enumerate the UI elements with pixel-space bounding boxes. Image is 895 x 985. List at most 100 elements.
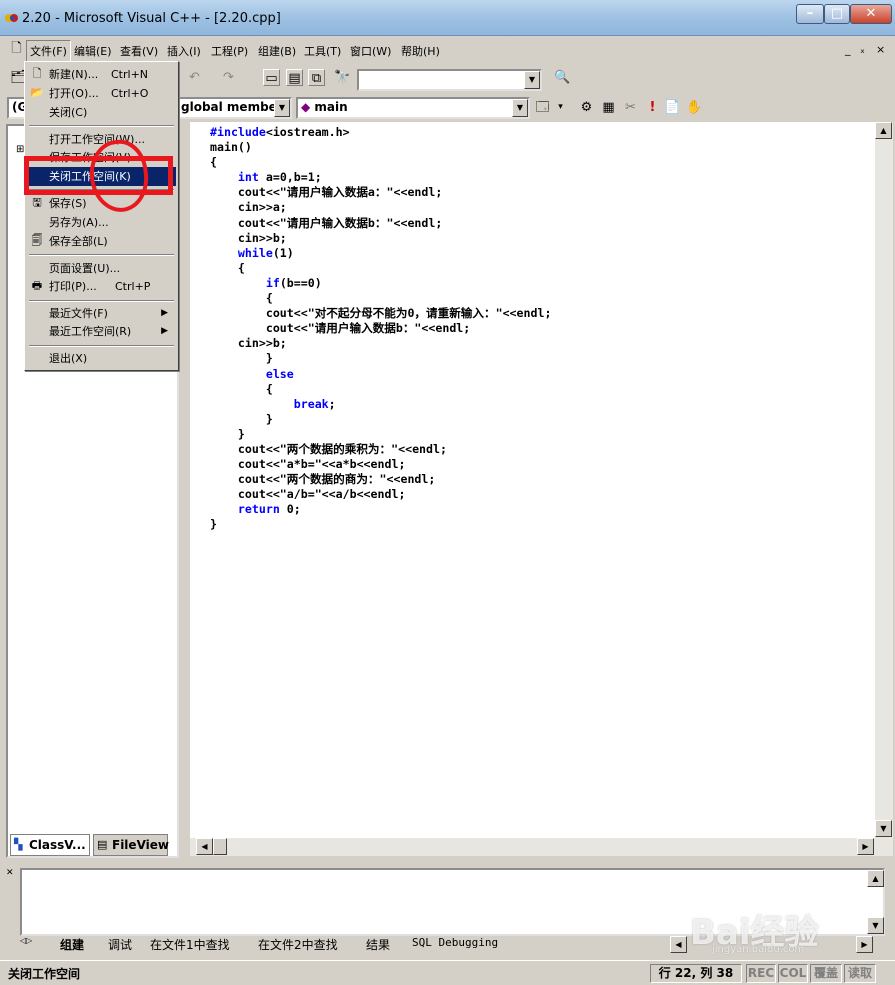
save-all-icon: 🗐 [31,234,43,247]
tab-classview[interactable]: ▚ ClassV... [10,834,90,856]
tab-build[interactable]: 组建 [60,936,84,953]
menu-item-label: 退出(X) [49,352,88,365]
menu-file[interactable]: 文件(F) [26,40,71,62]
title-bar[interactable]: 2.20 - Microsoft Visual C++ - [2.20.cpp]… [0,0,895,36]
menu-item-label: 打开(O)... [49,87,99,100]
find-combo-dropdown[interactable]: ▼ [524,71,540,89]
mdi-minimize-button[interactable]: _ [845,43,851,56]
tab-find1[interactable]: 在文件1中查找 [150,936,230,953]
menu-item-exit[interactable]: 退出(X) [27,349,176,368]
code-line: cout<<"两个数据的乘积为："<<endl; [210,441,447,456]
source-code[interactable]: #include<iostream.h> main(){ int a=0,b=1;… [210,125,551,533]
menu-item-label: 关闭(C) [49,106,88,119]
menu-project[interactable]: 工程(P) [211,43,248,59]
tab-find2[interactable]: 在文件2中查找 [258,936,338,953]
mdi-restore-button[interactable]: ₓ [860,43,865,56]
status-ovr: 覆盖 [810,964,842,983]
wizard-action-icon[interactable]: 🗔 [534,99,551,116]
members-combo[interactable]: global members ▼ [176,97,292,119]
tab-fileview[interactable]: ▤ FileView [93,834,169,856]
menu-view[interactable]: 查看(V) [120,43,158,59]
members-dropdown-icon[interactable]: ▼ [274,99,290,117]
undo-icon[interactable]: ↶ [186,69,203,86]
menu-tools[interactable]: 工具(T) [304,43,341,59]
output-tabs: ◁▷ 组建 调试 在文件1中查找 在文件2中查找 结果 SQL Debuggin… [20,936,670,954]
output-close-icon[interactable]: ✕ [6,868,14,878]
function-combo[interactable]: ◆ main ▼ [296,97,530,119]
maximize-button[interactable]: □ [824,4,850,24]
tabs-prev-icon[interactable]: ◁▷ [20,936,32,945]
code-line: { [210,381,273,396]
menu-edit[interactable]: 编辑(E) [74,43,112,59]
code-line: cout<<"a*b="<<a*b<<endl; [210,457,406,472]
document-icon[interactable]: 🗋 [8,40,25,57]
app-icon[interactable] [4,12,18,24]
code-line: cout<<"对不起分母不能为0，请重新输入："<<endl; [210,306,552,321]
find-combo[interactable] [357,69,542,91]
minimize-button[interactable]: – [796,4,824,24]
menu-build[interactable]: 组建(B) [258,43,296,59]
execute-icon[interactable]: ! [644,99,661,116]
build-icon[interactable]: ▦ [600,99,617,116]
menu-item-page-setup[interactable]: 页面设置(U)... [27,259,176,278]
function-dropdown-icon[interactable]: ▼ [512,99,528,117]
menu-item-recent-files[interactable]: 最近文件(F) ▶ [27,304,176,323]
code-line: cout<<"请用户输入数据b："<<endl; [210,215,443,230]
find-icon[interactable]: 🔭 [334,69,351,86]
find-in-files-icon[interactable]: ▤ [286,69,303,86]
menu-item-print[interactable]: 🖶 打印(P)... Ctrl+P [27,277,176,296]
file-menu-dropdown: 🗋 新建(N)... Ctrl+N 📂 打开(O)... Ctrl+O 关闭(C… [24,61,179,371]
code-line: cin>>a; [210,200,287,215]
compile-icon[interactable]: ⚙ [578,99,595,116]
output-window-icon[interactable]: ▭ [263,69,280,86]
close-button[interactable]: ✕ [850,4,892,24]
status-rec: REC [746,964,776,983]
code-line: cout<<"请用户输入数据a："<<endl; [210,185,443,200]
function-icon: ◆ [301,100,311,114]
code-line: return 0; [237,502,301,517]
tab-debug[interactable]: 调试 [108,936,132,953]
menu-help[interactable]: 帮助(H) [401,43,440,59]
go-icon[interactable]: 📄 [664,99,681,116]
horizontal-scrollbar[interactable]: ◀ ▶ [190,838,893,856]
code-line: } [210,517,217,532]
find-next-icon[interactable]: 🔍 [554,69,571,86]
scroll-up-icon[interactable]: ▲ [875,122,892,139]
save-icon: 🖫 [32,196,42,209]
menu-item-shortcut: Ctrl+P [115,280,151,293]
code-editor[interactable]: #include<iostream.h> main(){ int a=0,b=1;… [190,122,875,838]
vertical-scrollbar[interactable]: ▲ ▼ [875,122,893,838]
code-line: { [210,291,273,306]
scroll-thumb[interactable] [213,838,227,855]
scroll-down-icon[interactable]: ▼ [875,820,892,837]
output-scroll-up-icon[interactable]: ▲ [867,870,884,887]
watermark-url: jingyan.baidu.com [712,944,805,955]
scroll-left-icon[interactable]: ◀ [196,838,213,855]
wizard-dropdown-icon[interactable]: ▾ [552,99,569,116]
menu-item-save-all[interactable]: 🗐 保存全部(L) [27,232,176,251]
menu-window[interactable]: 窗口(W) [350,43,391,59]
menu-item-open[interactable]: 📂 打开(O)... Ctrl+O [27,84,176,103]
breakpoint-icon[interactable]: ✋ [686,99,703,116]
code-line: cout<<"a/b="<<a/b<<endl; [210,487,406,502]
window-list-icon[interactable]: ⧉ [308,69,325,86]
new-file-icon: 🗋 [32,67,42,80]
menu-item-new[interactable]: 🗋 新建(N)... Ctrl+N [27,65,176,84]
menu-insert[interactable]: 插入(I) [167,43,201,59]
menu-separator [29,254,174,256]
stop-build-icon[interactable]: ✂ [622,99,639,116]
tab-results[interactable]: 结果 [366,936,390,953]
scroll-right-icon[interactable]: ▶ [857,838,874,855]
output-scroll-down-icon[interactable]: ▼ [867,917,884,934]
redo-icon[interactable]: ↷ [220,69,237,86]
menu-item-recent-workspaces[interactable]: 最近工作空间(R) ▶ [27,322,176,341]
status-position: 行 22, 列 38 [650,964,742,983]
output-hscroll-left-icon[interactable]: ◀ [670,936,687,953]
menu-item-save-as[interactable]: 另存为(A)... [27,213,176,232]
output-hscroll-right-icon[interactable]: ▶ [856,936,873,953]
menu-item-close[interactable]: 关闭(C) [27,103,176,122]
mdi-close-button[interactable]: × [876,43,885,56]
menu-separator [29,300,174,302]
tab-sql-debugging[interactable]: SQL Debugging [412,936,498,949]
code-line: break; [293,396,336,411]
